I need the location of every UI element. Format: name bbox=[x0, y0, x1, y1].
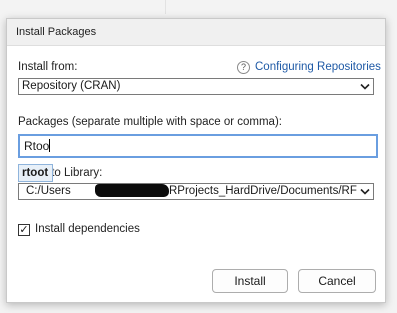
library-path-select[interactable]: C:/Users RProjects_HardDrive/Documents/R… bbox=[18, 183, 374, 200]
configuring-repositories-help[interactable]: ? Configuring Repositories bbox=[237, 60, 381, 74]
install-from-value: Repository (CRAN) bbox=[22, 80, 121, 92]
autocomplete-suggestion[interactable]: rtoot bbox=[18, 164, 53, 182]
library-path-prefix: C:/Users bbox=[26, 185, 71, 197]
install-from-select[interactable]: Repository (CRAN) bbox=[18, 78, 374, 95]
packages-input[interactable]: Rtoo bbox=[18, 134, 378, 158]
checkmark-icon: ✓ bbox=[19, 224, 29, 236]
cancel-button[interactable]: Cancel bbox=[298, 269, 376, 293]
install-dependencies-checkbox[interactable]: ✓ bbox=[18, 224, 30, 236]
dialog-titlebar: Install Packages bbox=[7, 19, 385, 46]
install-packages-dialog: Install Packages Install from: ? Configu… bbox=[6, 18, 386, 303]
autocomplete-item-label: rtoot bbox=[22, 167, 49, 179]
help-question-icon[interactable]: ? bbox=[237, 60, 250, 74]
install-button[interactable]: Install bbox=[212, 269, 288, 293]
packages-input-value: Rtoo bbox=[24, 139, 50, 153]
text-caret bbox=[49, 139, 51, 152]
library-path-suffix: RProjects_HardDrive/Documents/RF bbox=[169, 185, 357, 197]
packages-label: Packages (separate multiple with space o… bbox=[18, 116, 282, 128]
background-divider bbox=[165, 0, 166, 14]
install-from-label: Install from: bbox=[18, 61, 78, 73]
chevron-down-icon bbox=[360, 83, 370, 90]
chevron-down-icon bbox=[360, 188, 370, 195]
redacted-username bbox=[95, 184, 169, 197]
install-dependencies-label: Install dependencies bbox=[35, 223, 140, 235]
dialog-title: Install Packages bbox=[16, 26, 97, 38]
configuring-repositories-link[interactable]: Configuring Repositories bbox=[255, 61, 381, 73]
